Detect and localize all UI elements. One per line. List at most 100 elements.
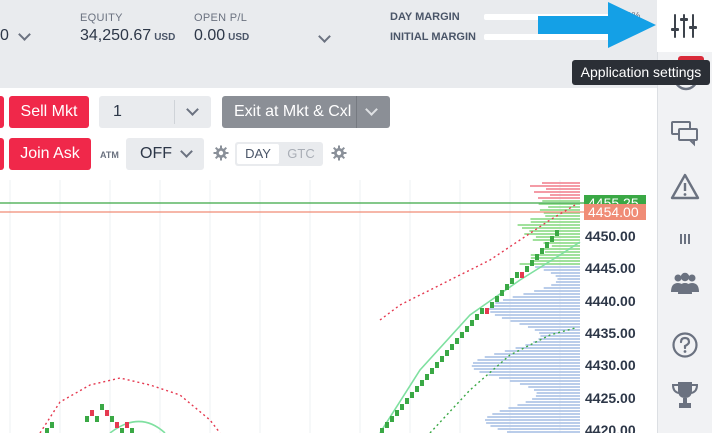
help-icon[interactable] bbox=[670, 330, 700, 360]
renko-brick bbox=[130, 428, 134, 433]
volume-profile-bar bbox=[542, 248, 580, 250]
renko-brick bbox=[95, 416, 99, 422]
time-in-force-toggle: DAY GTC bbox=[235, 142, 323, 166]
open-pl-unit: USD bbox=[228, 32, 250, 43]
renko-brick bbox=[410, 392, 414, 398]
volume-profile-bar bbox=[555, 281, 580, 283]
sell-mkt-button[interactable]: Sell Mkt bbox=[9, 96, 89, 128]
volume-profile-bar bbox=[528, 386, 580, 388]
lower-left-band-line bbox=[39, 377, 221, 433]
volume-profile-bar bbox=[550, 194, 580, 196]
last-price-red-tag: 4454.00 bbox=[584, 204, 646, 220]
renko-brick bbox=[45, 428, 49, 433]
tif-gtc-option[interactable]: GTC bbox=[281, 144, 321, 164]
buy-limit-button-edge[interactable] bbox=[0, 138, 4, 170]
volume-profile-bar bbox=[543, 269, 580, 271]
renko-brick bbox=[385, 422, 389, 428]
open-pl-label: OPEN P/L bbox=[194, 12, 248, 24]
renko-brick bbox=[415, 386, 419, 392]
price-chart[interactable]: 4455.25 4454.00 4450.00 4445.00 4440.00 443… bbox=[0, 180, 657, 433]
renko-brick bbox=[515, 272, 519, 278]
volume-profile-bar bbox=[494, 353, 580, 355]
volume-profile-bar bbox=[534, 329, 580, 331]
volume-profile-bar bbox=[488, 374, 580, 376]
volume-profile-bar bbox=[485, 419, 580, 421]
atm-value: OFF bbox=[140, 145, 172, 162]
trophy-icon[interactable] bbox=[670, 380, 700, 410]
atm-label: ATM bbox=[100, 150, 119, 160]
right-sidebar bbox=[657, 52, 712, 433]
volume-profile-bar bbox=[530, 185, 580, 187]
price-axis-tick: 4450.00 bbox=[585, 228, 636, 244]
renko-brick bbox=[90, 410, 94, 416]
renko-brick bbox=[465, 326, 469, 332]
renko-brick bbox=[440, 356, 444, 362]
exit-chevron-down-icon[interactable] bbox=[365, 103, 378, 116]
renko-brick bbox=[500, 290, 504, 296]
volume-profile-bar bbox=[548, 206, 580, 208]
stats-dropdown-chevron-icon[interactable] bbox=[318, 30, 331, 43]
volume-profile-bar bbox=[525, 401, 580, 403]
renko-brick bbox=[485, 308, 489, 314]
price-axis-tick: 4435.00 bbox=[585, 324, 636, 341]
users-icon[interactable] bbox=[670, 268, 700, 298]
renko-brick bbox=[120, 428, 124, 433]
volume-profile-bar bbox=[530, 221, 580, 223]
quantity-selector[interactable]: 1 bbox=[99, 96, 211, 128]
atm-gear-icon[interactable] bbox=[213, 145, 229, 161]
volume-profile-bar bbox=[539, 209, 580, 211]
renko-brick bbox=[425, 374, 429, 380]
volume-profile-bar bbox=[533, 341, 580, 343]
volume-profile-bar bbox=[550, 272, 580, 274]
equity-unit: USD bbox=[154, 32, 176, 43]
volume-profile-bar bbox=[533, 389, 580, 391]
renko-brick bbox=[555, 230, 559, 236]
chat-icon[interactable] bbox=[670, 118, 700, 148]
renko-brick bbox=[405, 398, 409, 404]
volume-profile-bar bbox=[538, 197, 580, 199]
volume-profile-bar bbox=[529, 230, 580, 232]
renko-brick bbox=[490, 302, 494, 308]
renko-brick bbox=[450, 344, 454, 350]
renko-brick bbox=[520, 272, 524, 278]
quantity-separator bbox=[174, 100, 175, 124]
volume-profile-bar bbox=[472, 362, 580, 364]
join-ask-button[interactable]: Join Ask bbox=[9, 138, 91, 170]
warning-icon[interactable] bbox=[670, 172, 700, 202]
tif-gear-icon[interactable] bbox=[331, 145, 347, 161]
price-chart-canvas bbox=[0, 180, 584, 433]
renko-brick bbox=[430, 368, 434, 374]
bars-icon[interactable] bbox=[670, 224, 700, 254]
volume-profile-bar bbox=[488, 308, 580, 310]
equity-value: 34,250.67 USD bbox=[80, 27, 175, 45]
volume-profile-bar bbox=[527, 326, 580, 328]
price-axis-tick: 4425.00 bbox=[585, 389, 636, 406]
renko-brick bbox=[480, 308, 484, 314]
volume-profile-bar bbox=[490, 425, 580, 427]
volume-profile-bar bbox=[490, 311, 580, 313]
volume-profile-bar bbox=[532, 239, 580, 241]
initial-margin-label: INITIAL MARGIN bbox=[390, 31, 476, 43]
volume-profile-bar bbox=[555, 275, 580, 277]
account-dropdown-chevron-icon[interactable] bbox=[18, 28, 31, 41]
quantity-chevron-down-icon[interactable] bbox=[186, 103, 199, 116]
volume-profile-bar bbox=[542, 182, 580, 184]
renko-brick bbox=[495, 296, 499, 302]
buy-mkt-button-edge[interactable] bbox=[0, 96, 4, 128]
volume-profile-bar bbox=[494, 314, 580, 316]
atm-selector[interactable]: OFF bbox=[126, 138, 204, 170]
quantity-value: 1 bbox=[113, 103, 122, 120]
renko-brick bbox=[395, 410, 399, 416]
volume-profile-bar bbox=[545, 215, 580, 217]
volume-profile-bar bbox=[535, 395, 580, 397]
exit-at-mkt-cxl-button[interactable]: Exit at Mkt & Cxl bbox=[222, 96, 390, 128]
tif-day-option[interactable]: DAY bbox=[237, 144, 279, 164]
volume-profile-bar bbox=[519, 323, 580, 325]
exit-button-separator bbox=[356, 96, 357, 128]
renko-brick bbox=[390, 416, 394, 422]
renko-brick bbox=[525, 266, 529, 272]
application-settings-button[interactable] bbox=[657, 0, 712, 52]
order-entry-panel: Sell Mkt 1 Exit at Mkt & Cxl Join Ask AT… bbox=[0, 88, 657, 180]
atm-chevron-down-icon[interactable] bbox=[180, 145, 193, 158]
volume-profile-bar bbox=[551, 284, 580, 286]
